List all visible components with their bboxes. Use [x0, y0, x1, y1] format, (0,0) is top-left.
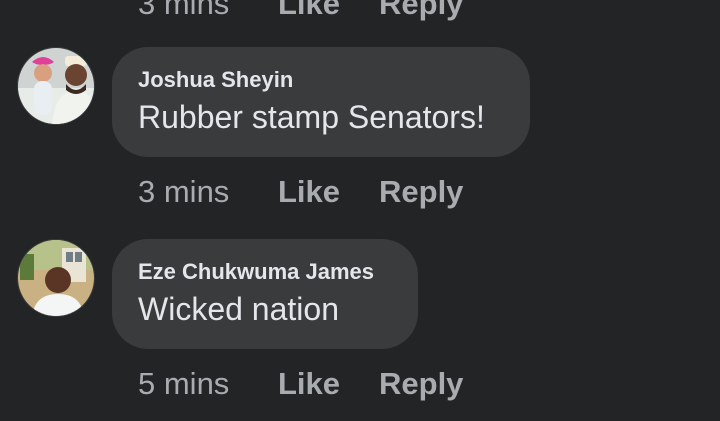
comment-author[interactable]: Joshua Sheyin	[138, 65, 504, 95]
comment-bubble[interactable]: Eze Chukwuma James Wicked nation	[112, 239, 418, 349]
avatar-photo-icon	[18, 240, 94, 316]
comment-text: Wicked nation	[138, 291, 339, 327]
comment-author[interactable]: Eze Chukwuma James	[138, 257, 392, 287]
reply-button[interactable]: Reply	[379, 0, 463, 22]
like-button[interactable]: Like	[278, 366, 379, 402]
reply-button[interactable]: Reply	[379, 366, 463, 402]
comment-timestamp[interactable]: 3 mins	[138, 174, 278, 210]
comment-timestamp: 3 mins	[138, 0, 230, 21]
like-button[interactable]: Like	[278, 0, 379, 22]
comment-timestamp[interactable]: 5 mins	[138, 366, 278, 402]
avatar[interactable]	[17, 239, 95, 317]
comment-actions: 3 mins Like Reply	[138, 0, 463, 24]
like-button[interactable]: Like	[278, 174, 379, 210]
avatar[interactable]	[17, 47, 95, 125]
comment-actions: 3 mins Like Reply	[138, 172, 463, 212]
comment-actions: 5 mins Like Reply	[138, 364, 463, 404]
avatar-photo-icon	[18, 48, 94, 124]
comments-screen: 3 mins Like Reply Joshua Sheyin Rubber s…	[0, 0, 720, 421]
reply-button[interactable]: Reply	[379, 174, 463, 210]
comment-text: Rubber stamp Senators!	[138, 99, 485, 135]
comment-bubble[interactable]: Joshua Sheyin Rubber stamp Senators!	[112, 47, 530, 157]
